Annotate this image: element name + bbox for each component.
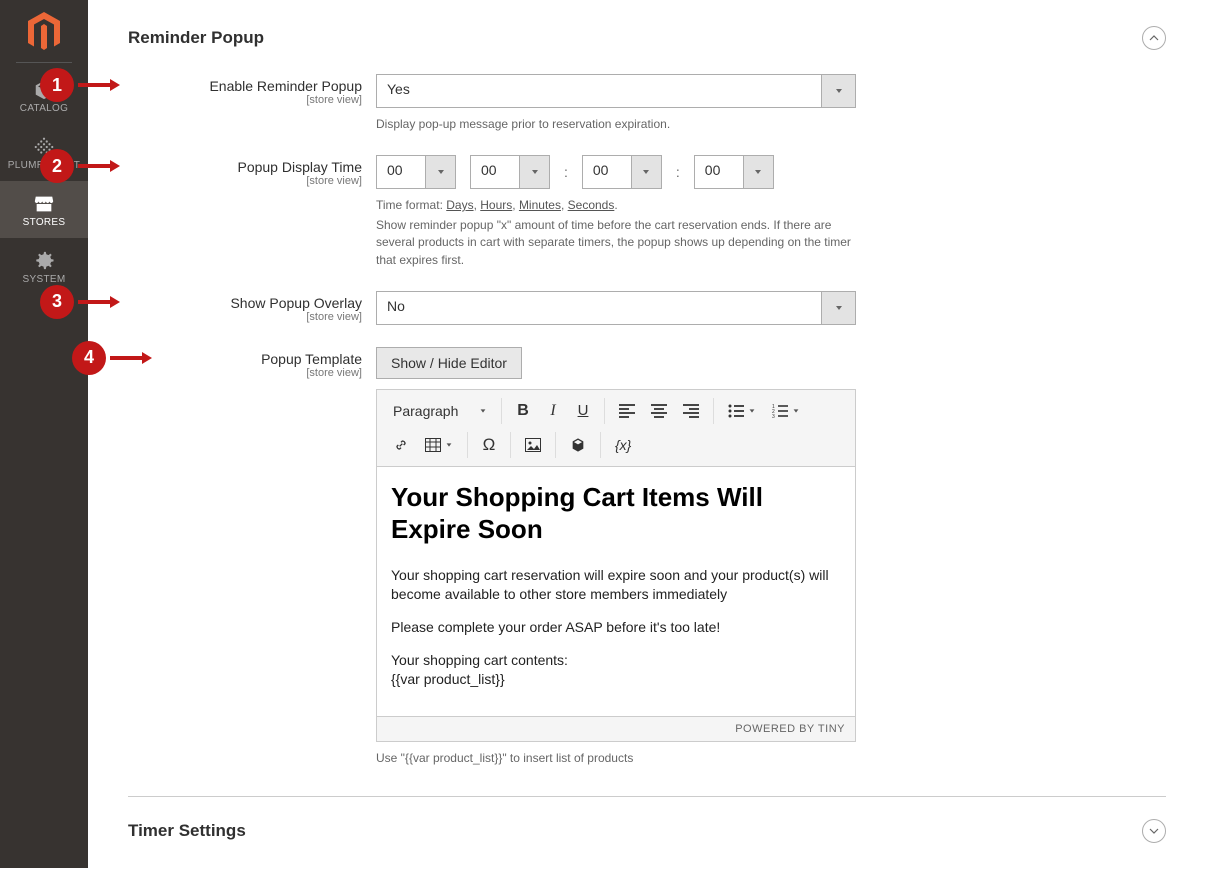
sidebar-label: STORES xyxy=(0,217,88,228)
caret-down-icon xyxy=(445,441,453,449)
arrow-right-icon xyxy=(110,350,152,366)
store-icon xyxy=(0,193,88,215)
overlay-select[interactable]: No xyxy=(376,291,856,325)
minutes-select[interactable]: 00 xyxy=(582,155,662,189)
display-time-label: Popup Display Time xyxy=(237,159,362,175)
template-help: Use "{{var product_list}}" to insert lis… xyxy=(376,750,856,767)
align-left-button[interactable] xyxy=(611,396,643,426)
variable-button[interactable]: {x} xyxy=(607,430,639,460)
align-right-button[interactable] xyxy=(675,396,707,426)
sidebar-label: CATALOG xyxy=(0,103,88,114)
annotation-2: 2 xyxy=(40,149,120,183)
caret-down-icon xyxy=(743,156,773,188)
editor-heading: Your Shopping Cart Items Will Expire Soo… xyxy=(391,481,841,546)
sidebar-item-stores[interactable]: STORES xyxy=(0,181,88,238)
toggle-editor-button[interactable]: Show / Hide Editor xyxy=(376,347,522,379)
align-center-button[interactable] xyxy=(643,396,675,426)
caret-down-icon xyxy=(519,156,549,188)
editor-paragraph: Your shopping cart contents:{{var produc… xyxy=(391,651,841,689)
scope-label: [store view] xyxy=(128,175,362,187)
enable-help: Display pop-up message prior to reservat… xyxy=(376,116,856,133)
collapse-button[interactable] xyxy=(1142,26,1166,50)
sidebar-divider xyxy=(16,62,72,63)
overlay-label: Show Popup Overlay xyxy=(230,295,362,311)
caret-down-icon xyxy=(748,407,756,415)
editor-footer: POWERED BY TINY xyxy=(377,716,855,741)
time-separator: : xyxy=(564,164,568,180)
image-button[interactable] xyxy=(517,430,549,460)
sidebar-label: SYSTEM xyxy=(0,274,88,285)
scope-label: [store view] xyxy=(128,311,362,323)
days-select[interactable]: 00 xyxy=(376,155,456,189)
seconds-select[interactable]: 00 xyxy=(694,155,774,189)
caret-down-icon xyxy=(792,407,800,415)
annotation-4: 4 xyxy=(72,341,152,375)
magento-logo[interactable] xyxy=(24,12,64,52)
time-separator: : xyxy=(676,164,680,180)
format-select[interactable]: Paragraph xyxy=(385,399,495,423)
chevron-down-icon xyxy=(1149,826,1159,836)
scope-label: [store view] xyxy=(128,367,362,379)
arrow-right-icon xyxy=(78,77,120,93)
special-char-button[interactable]: Ω xyxy=(474,430,504,460)
editor-paragraph: Your shopping cart reservation will expi… xyxy=(391,566,841,604)
display-time-format: Time format: Days, Hours, Minutes, Secon… xyxy=(376,197,856,214)
number-list-button[interactable]: 123 xyxy=(764,396,808,426)
editor-toolbar: Paragraph B I U 123 xyxy=(377,390,855,467)
widget-button[interactable] xyxy=(562,430,594,460)
wysiwyg-editor: Paragraph B I U 123 xyxy=(376,389,856,742)
italic-button[interactable]: I xyxy=(538,396,568,426)
annotation-1: 1 xyxy=(40,68,120,102)
caret-down-icon xyxy=(479,407,487,415)
hours-select[interactable]: 00 xyxy=(470,155,550,189)
table-button[interactable] xyxy=(417,430,461,460)
expand-button[interactable] xyxy=(1142,819,1166,843)
editor-paragraph: Please complete your order ASAP before i… xyxy=(391,618,841,637)
gear-icon xyxy=(0,250,88,272)
underline-button[interactable]: U xyxy=(568,396,598,426)
timer-section-title: Timer Settings xyxy=(128,821,246,841)
bullet-list-button[interactable] xyxy=(720,396,764,426)
editor-content[interactable]: Your Shopping Cart Items Will Expire Soo… xyxy=(377,467,855,716)
enable-label: Enable Reminder Popup xyxy=(209,78,362,94)
caret-down-icon xyxy=(425,156,455,188)
svg-text:3: 3 xyxy=(772,414,775,418)
display-time-help: Show reminder popup "x" amount of time b… xyxy=(376,217,856,269)
bold-button[interactable]: B xyxy=(508,396,538,426)
caret-down-icon xyxy=(631,156,661,188)
annotation-3: 3 xyxy=(40,285,120,319)
section-title: Reminder Popup xyxy=(128,28,264,48)
arrow-right-icon xyxy=(78,294,120,310)
arrow-right-icon xyxy=(78,158,120,174)
enable-select[interactable]: Yes xyxy=(376,74,856,108)
scope-label: [store view] xyxy=(128,94,362,106)
caret-down-icon xyxy=(821,292,855,324)
template-label: Popup Template xyxy=(261,351,362,367)
caret-down-icon xyxy=(821,75,855,107)
link-button[interactable] xyxy=(385,430,417,460)
chevron-up-icon xyxy=(1149,33,1159,43)
